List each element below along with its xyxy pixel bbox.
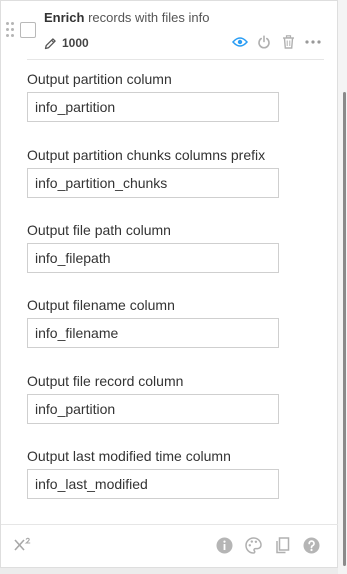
footer-divider: [1, 524, 339, 525]
partition-column-input[interactable]: [27, 92, 279, 122]
scrollbar-thumb[interactable]: [343, 92, 346, 566]
partition-column-label: Output partition column: [27, 71, 172, 87]
power-icon[interactable]: [256, 34, 272, 50]
palette-icon[interactable]: [244, 536, 262, 554]
step-actions: [232, 34, 322, 50]
help-icon[interactable]: [302, 536, 320, 554]
trash-icon[interactable]: [280, 34, 296, 50]
step-select-checkbox[interactable]: [20, 22, 36, 38]
edit-row: 1000: [44, 35, 89, 51]
file-path-column-label: Output file path column: [27, 222, 171, 238]
drag-handle-icon[interactable]: [6, 22, 16, 40]
record-count: 1000: [62, 36, 89, 50]
step-title-bold: Enrich: [44, 10, 85, 25]
file-record-column-label: Output file record column: [27, 373, 184, 389]
last-modified-column-input[interactable]: [27, 469, 279, 499]
last-modified-column-label: Output last modified time column: [27, 448, 231, 464]
filename-column-input[interactable]: [27, 318, 279, 348]
step-title-rest: records with files info: [84, 10, 210, 25]
header-divider: [27, 59, 324, 60]
eye-icon[interactable]: [232, 34, 248, 50]
file-path-column-input[interactable]: [27, 243, 279, 273]
filename-column-label: Output filename column: [27, 297, 175, 313]
partition-chunks-prefix-label: Output partition chunks columns prefix: [27, 147, 266, 163]
recipe-step-card: Enrich records with files info 1000 Outp…: [0, 0, 339, 568]
info-icon[interactable]: [215, 536, 233, 554]
superscript-icon[interactable]: [14, 537, 32, 556]
partition-chunks-prefix-input[interactable]: [27, 168, 279, 198]
copy-icon[interactable]: [273, 536, 291, 554]
file-record-column-input[interactable]: [27, 394, 279, 424]
step-title: Enrich records with files info: [44, 10, 209, 25]
pencil-icon[interactable]: [44, 37, 57, 50]
more-horizontal-icon[interactable]: [304, 34, 322, 50]
footer-actions: [215, 536, 320, 554]
